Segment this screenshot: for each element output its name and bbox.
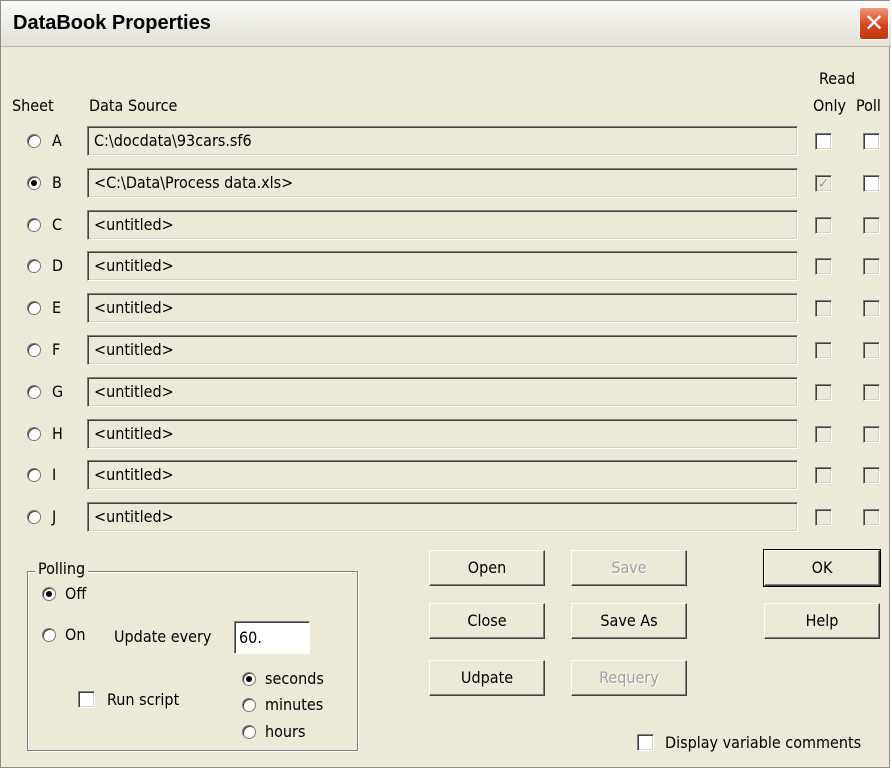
sheet-e-poll-checkbox[interactable] (863, 300, 880, 317)
sheet-g-label: G (52, 382, 64, 401)
sheet-d-radio[interactable] (27, 259, 41, 273)
sheet-a-label: A (52, 131, 62, 150)
sheet-d-label: D (52, 256, 64, 275)
sheet-i-radio[interactable] (27, 468, 41, 482)
run-script-checkbox[interactable] (78, 691, 95, 708)
sheet-j-radio[interactable] (27, 510, 41, 524)
sheet-h-data-source-field[interactable]: <untitled> (87, 419, 798, 449)
sheet-g-poll-checkbox[interactable] (863, 384, 880, 401)
sheet-d-data-source-field[interactable]: <untitled> (87, 251, 798, 281)
sheet-h-read-only-checkbox[interactable] (815, 426, 832, 443)
read-only-column-header-line2: Only (813, 96, 846, 115)
sheet-a-poll-checkbox[interactable] (863, 133, 880, 150)
sheet-b-read-only-checkbox[interactable]: ✓ (815, 175, 832, 192)
sheet-f-read-only-checkbox[interactable] (815, 342, 832, 359)
ok-button[interactable]: OK (763, 549, 881, 587)
data-source-column-header: Data Source (89, 96, 178, 115)
sheet-h-poll-checkbox[interactable] (863, 426, 880, 443)
sheet-i-label: I (52, 465, 57, 484)
sheet-b-label: B (52, 173, 62, 192)
hours-label: hours (265, 722, 306, 741)
seconds-label: seconds (265, 669, 324, 688)
sheet-f-label: F (52, 340, 61, 359)
display-variable-comments-checkbox[interactable] (637, 734, 654, 751)
seconds-radio[interactable] (242, 672, 256, 686)
sheet-c-radio[interactable] (27, 218, 41, 232)
sheet-i-poll-checkbox[interactable] (863, 467, 880, 484)
sheet-d-poll-checkbox[interactable] (863, 258, 880, 275)
display-variable-comments-label: Display variable comments (665, 733, 862, 752)
requery-button[interactable]: Requery (571, 660, 687, 696)
open-button[interactable]: Open (429, 550, 545, 586)
sheet-c-read-only-checkbox[interactable] (815, 217, 832, 234)
save-button[interactable]: Save (571, 550, 687, 586)
sheet-g-read-only-checkbox[interactable] (815, 384, 832, 401)
sheet-e-data-source-field[interactable]: <untitled> (87, 293, 798, 323)
sheet-e-radio[interactable] (27, 301, 41, 315)
sheet-b-data-source-field[interactable]: <C:\Data\Process data.xls> (87, 168, 798, 198)
update-button[interactable]: Udpate (429, 660, 545, 696)
sheet-j-read-only-checkbox[interactable] (815, 509, 832, 526)
sheet-c-poll-checkbox[interactable] (863, 217, 880, 234)
sheet-i-data-source-field[interactable]: <untitled> (87, 460, 798, 490)
help-button[interactable]: Help (764, 603, 880, 639)
sheet-h-radio[interactable] (27, 427, 41, 441)
sheet-j-poll-checkbox[interactable] (863, 509, 880, 526)
sheet-a-data-source-field[interactable]: C:\docdata\93cars.sf6 (87, 126, 798, 156)
sheet-f-radio[interactable] (27, 343, 41, 357)
update-every-label: Update every (114, 627, 212, 646)
sheet-d-read-only-checkbox[interactable] (815, 258, 832, 275)
sheet-a-read-only-checkbox[interactable] (815, 133, 832, 150)
save-as-button[interactable]: Save As (571, 603, 687, 639)
update-every-input[interactable] (234, 621, 310, 654)
poll-column-header: Poll (856, 96, 881, 115)
sheet-f-poll-checkbox[interactable] (863, 342, 880, 359)
sheet-g-radio[interactable] (27, 385, 41, 399)
sheet-i-read-only-checkbox[interactable] (815, 467, 832, 484)
polling-on-radio[interactable] (42, 628, 56, 642)
sheet-e-label: E (52, 298, 62, 317)
polling-off-radio[interactable] (42, 587, 56, 601)
sheet-g-data-source-field[interactable]: <untitled> (87, 377, 798, 407)
minutes-label: minutes (265, 695, 324, 714)
polling-off-label: Off (65, 584, 87, 603)
hours-radio[interactable] (242, 725, 256, 739)
sheet-column-header: Sheet (12, 96, 54, 115)
window-title: DataBook Properties (13, 12, 211, 34)
sheet-c-data-source-field[interactable]: <untitled> (87, 210, 798, 240)
sheet-j-label: J (52, 507, 57, 526)
polling-on-label: On (65, 625, 86, 644)
close-icon[interactable]: ✕ (859, 7, 889, 40)
sheet-b-poll-checkbox[interactable] (863, 175, 880, 192)
run-script-label: Run script (107, 690, 180, 709)
sheet-c-label: C (52, 215, 63, 234)
title-bar[interactable]: DataBook Properties ✕ (1, 1, 891, 47)
minutes-radio[interactable] (242, 698, 256, 712)
sheet-e-read-only-checkbox[interactable] (815, 300, 832, 317)
sheet-a-radio[interactable] (27, 134, 41, 148)
sheet-j-data-source-field[interactable]: <untitled> (87, 502, 798, 532)
polling-group-title: Polling (35, 559, 89, 578)
sheet-h-label: H (52, 424, 63, 443)
close-button[interactable]: Close (429, 603, 545, 639)
sheet-b-radio[interactable] (27, 176, 41, 190)
sheet-f-data-source-field[interactable]: <untitled> (87, 335, 798, 365)
read-only-column-header-line1: Read (819, 69, 856, 88)
databook-properties-dialog: DataBook Properties ✕ Sheet Data Source … (0, 0, 891, 768)
